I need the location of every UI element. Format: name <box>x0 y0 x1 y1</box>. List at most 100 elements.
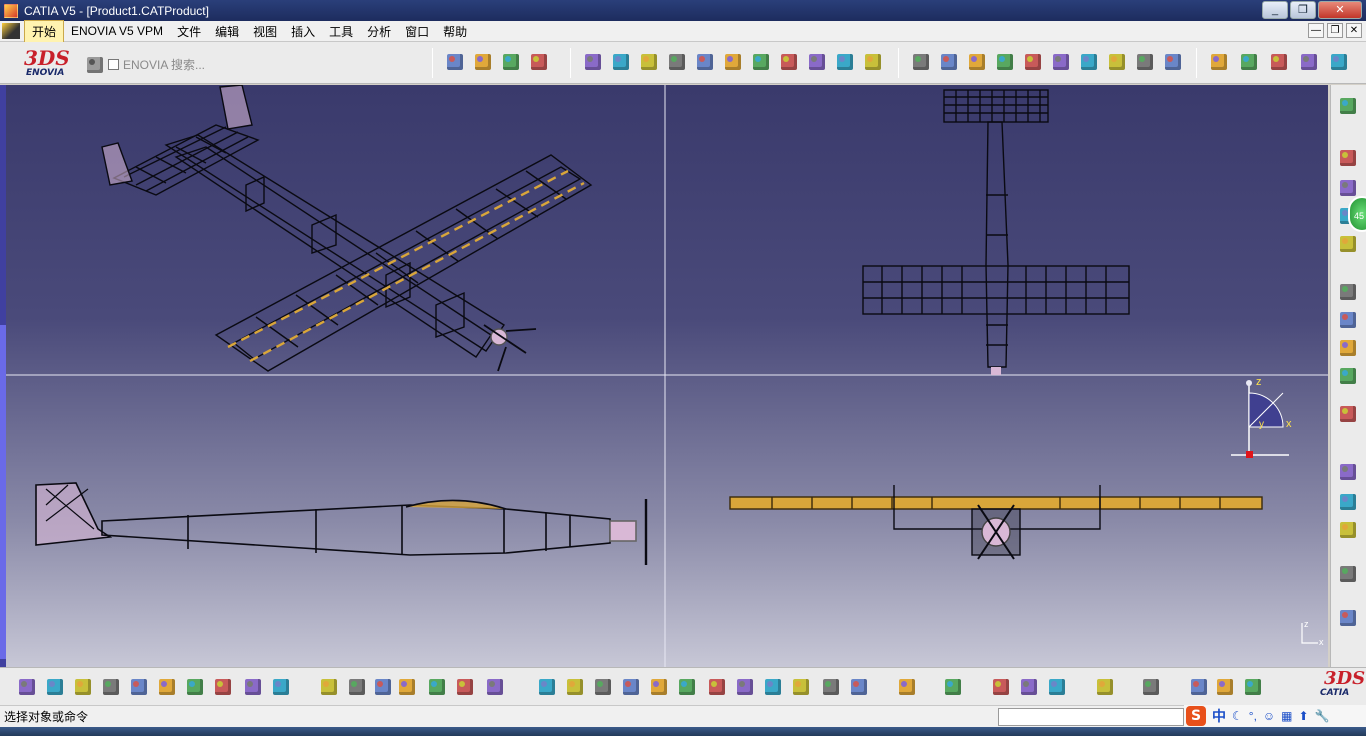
rotate-icon[interactable] <box>1050 51 1072 73</box>
assembly-tree-icon[interactable] <box>1337 95 1359 117</box>
explode-icon[interactable] <box>750 51 772 73</box>
new-icon[interactable] <box>16 676 38 698</box>
move-icon[interactable] <box>1337 491 1359 513</box>
measure-icon[interactable] <box>372 676 394 698</box>
whats-this-icon[interactable] <box>270 676 292 698</box>
refresh-icon[interactable] <box>1094 676 1116 698</box>
zoom-out-icon[interactable] <box>676 676 698 698</box>
space-icon[interactable] <box>966 51 988 73</box>
progress-badge[interactable]: 45 <box>1348 196 1366 232</box>
link-icon[interactable] <box>1162 51 1184 73</box>
snap-icon[interactable] <box>722 51 744 73</box>
new-component-icon[interactable] <box>1337 177 1359 199</box>
close-button[interactable]: ✕ <box>1318 1 1362 19</box>
cut-icon[interactable] <box>128 676 150 698</box>
ime-settings-icon[interactable]: 🔧 <box>1315 709 1330 723</box>
menu-tools[interactable]: 工具 <box>322 21 360 42</box>
rotate-icon[interactable] <box>620 676 642 698</box>
sogou-ime-icon[interactable]: S <box>1186 706 1206 726</box>
clipboard-icon[interactable] <box>1134 51 1156 73</box>
minimize-button[interactable]: _ <box>1262 1 1288 19</box>
render-icon[interactable] <box>848 676 870 698</box>
menu-edit[interactable]: 编辑 <box>208 21 246 42</box>
camera-icon[interactable] <box>896 676 918 698</box>
explode-icon[interactable] <box>1337 461 1359 483</box>
mask-icon[interactable] <box>910 51 932 73</box>
gear-icon[interactable] <box>472 51 494 73</box>
tree-icon[interactable] <box>426 676 448 698</box>
normal-view-icon[interactable] <box>706 676 728 698</box>
reorder-icon[interactable] <box>1337 309 1359 331</box>
constraint-icon[interactable] <box>666 51 688 73</box>
open-icon[interactable] <box>44 676 66 698</box>
pattern-icon[interactable] <box>1238 51 1260 73</box>
iso-view-icon[interactable] <box>734 676 756 698</box>
enovia-search[interactable]: ENOVIA 搜索... <box>84 54 205 74</box>
multi-icon[interactable] <box>1337 365 1359 387</box>
analyze-icon[interactable] <box>1188 676 1210 698</box>
swap-icon[interactable] <box>1018 676 1040 698</box>
menu-file[interactable]: 文件 <box>170 21 208 42</box>
palette-icon[interactable] <box>1242 676 1264 698</box>
annotation-icon[interactable] <box>1328 51 1350 73</box>
menu-window[interactable]: 窗口 <box>398 21 436 42</box>
redo-icon[interactable] <box>242 676 264 698</box>
clash-icon[interactable] <box>778 51 800 73</box>
pan-icon[interactable] <box>592 676 614 698</box>
lock-icon[interactable] <box>454 676 476 698</box>
document-menu-icon[interactable] <box>2 23 20 39</box>
product-icon[interactable] <box>500 51 522 73</box>
doc-minimize-button[interactable]: — <box>1308 23 1324 38</box>
catalog-icon[interactable] <box>806 51 828 73</box>
doc-close-button[interactable]: ✕ <box>1346 23 1362 38</box>
manipulate-icon[interactable] <box>694 51 716 73</box>
pencil-icon[interactable] <box>1106 51 1128 73</box>
ime-punct-icon[interactable]: °, <box>1249 709 1257 723</box>
material-icon[interactable] <box>1214 676 1236 698</box>
fix-icon[interactable] <box>1337 519 1359 541</box>
ime-mode-chinese[interactable]: 中 <box>1212 706 1226 726</box>
cylinder-view-icon[interactable] <box>790 676 812 698</box>
pin-icon[interactable] <box>1078 51 1100 73</box>
shading-icon[interactable] <box>820 676 842 698</box>
fly-icon[interactable] <box>536 676 558 698</box>
constraint-icon[interactable] <box>1337 607 1359 629</box>
zoom-in-icon[interactable] <box>648 676 670 698</box>
undo-icon[interactable] <box>212 676 234 698</box>
fit-all-icon[interactable] <box>564 676 586 698</box>
command-input[interactable] <box>998 708 1184 726</box>
scene-icon[interactable] <box>610 51 632 73</box>
menu-analysis[interactable]: 分析 <box>360 21 398 42</box>
capture-icon[interactable] <box>942 676 964 698</box>
ruler-icon[interactable] <box>990 676 1012 698</box>
drawing-icon[interactable] <box>938 51 960 73</box>
number-icon[interactable] <box>1337 337 1359 359</box>
menu-enovia[interactable]: ENOVIA V5 VPM <box>64 22 170 40</box>
comment-icon[interactable] <box>346 676 368 698</box>
maximize-button[interactable]: ❐ <box>1290 1 1316 19</box>
doc-restore-button[interactable]: ❐ <box>1327 23 1343 38</box>
select-icon[interactable] <box>1337 563 1359 585</box>
enovia-search-checkbox[interactable] <box>108 58 119 70</box>
view-compass[interactable]: z x y <box>1231 376 1292 458</box>
assembly-icon[interactable] <box>638 51 660 73</box>
cube-view-icon[interactable] <box>762 676 784 698</box>
ime-upload-icon[interactable]: ⬆ <box>1299 709 1309 723</box>
compass-icon[interactable] <box>994 51 1016 73</box>
ime-emoji-icon[interactable]: ☺ <box>1263 709 1275 723</box>
insert-part-icon[interactable] <box>1337 147 1359 169</box>
pointer-icon[interactable] <box>1337 403 1359 425</box>
menu-start[interactable]: 开始 <box>24 19 65 43</box>
existing-icon[interactable] <box>1337 233 1359 255</box>
bottle-icon[interactable] <box>1046 676 1068 698</box>
menu-insert[interactable]: 插入 <box>284 21 322 42</box>
component-icon[interactable] <box>582 51 604 73</box>
ime-moon-icon[interactable]: ☾ <box>1232 709 1243 723</box>
table-icon[interactable] <box>396 676 418 698</box>
formula-icon[interactable] <box>318 676 340 698</box>
menu-help[interactable]: 帮助 <box>436 21 474 42</box>
bom-icon[interactable] <box>834 51 856 73</box>
save-icon[interactable] <box>72 676 94 698</box>
3d-viewport[interactable]: z x y z x <box>6 85 1328 667</box>
scale-icon[interactable] <box>1268 51 1290 73</box>
